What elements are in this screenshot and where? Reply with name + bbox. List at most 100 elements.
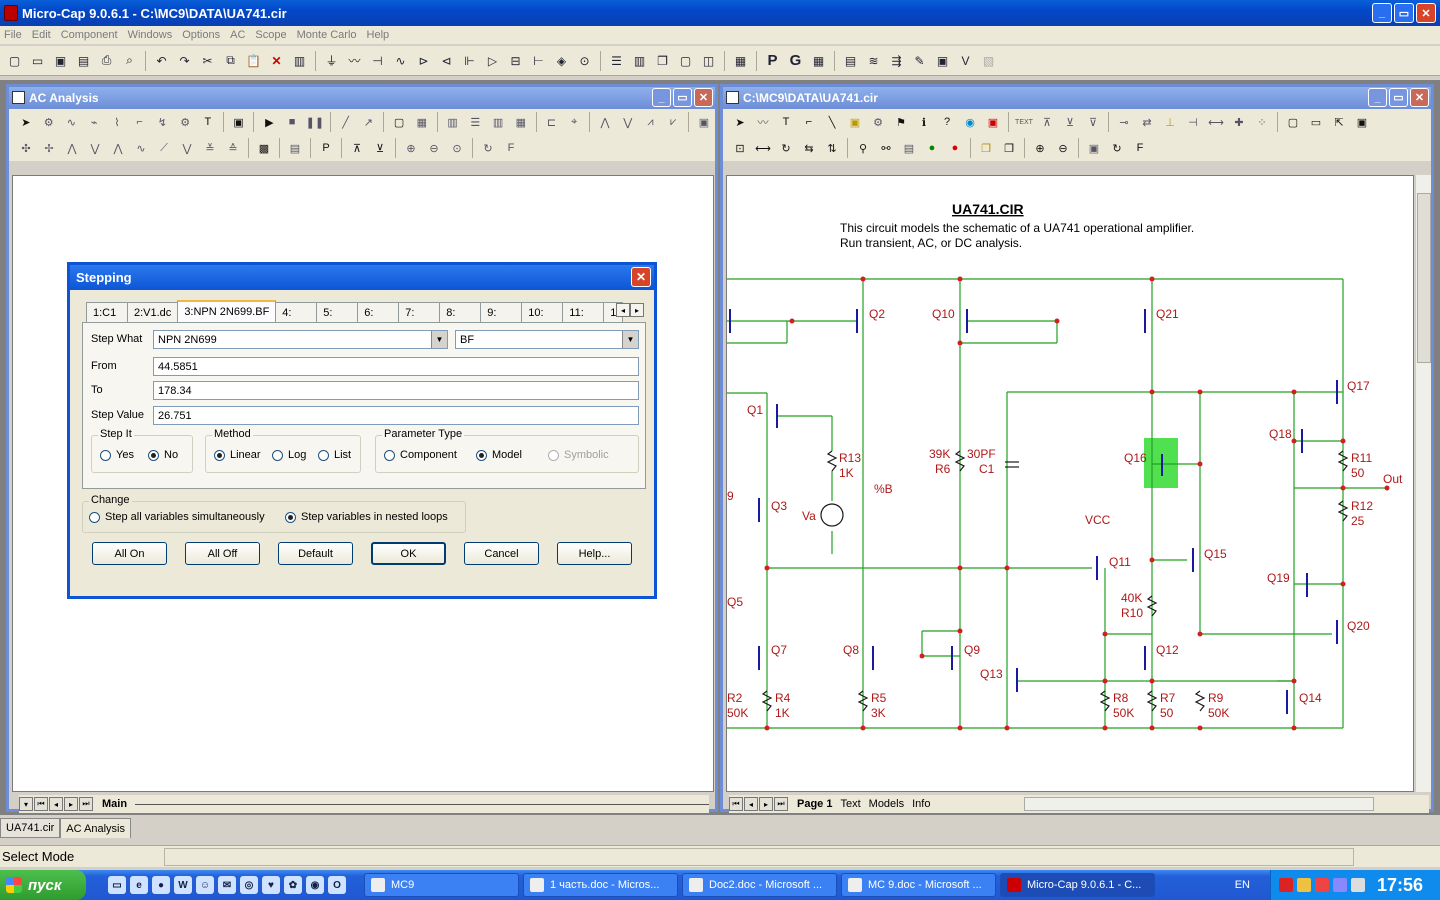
components-icon[interactable]: ▤	[840, 50, 861, 71]
rotate-icon[interactable]: ↻	[775, 137, 797, 159]
task-doc3[interactable]: MC 9.doc - Microsoft ...	[841, 873, 996, 897]
menu-ac[interactable]: AC	[230, 29, 245, 41]
dotgrid-icon[interactable]: ⁘	[1251, 111, 1273, 133]
properties-icon[interactable]: ▣	[1351, 111, 1373, 133]
tab-nav-prev[interactable]: ◂	[49, 797, 63, 811]
node-icon[interactable]: ⊢	[528, 50, 549, 71]
step-it-yes[interactable]: Yes	[100, 449, 134, 461]
step-tab-2[interactable]: 2:V1.dc	[127, 302, 179, 322]
method-linear[interactable]: Linear	[214, 449, 261, 461]
tab-scroll-left[interactable]: ◂	[616, 303, 630, 317]
open-icon[interactable]: ▭	[27, 50, 48, 71]
step-tab-3[interactable]: 3:NPN 2N699.BF	[177, 300, 277, 322]
step-it-no[interactable]: No	[148, 449, 178, 461]
zoom-fit-icon[interactable]: ⊙	[446, 137, 468, 159]
sch-tab-first[interactable]: ⏮	[729, 797, 743, 811]
tab-text[interactable]: Text	[836, 798, 864, 810]
tool-icon[interactable]: ⌇	[106, 111, 128, 133]
peak-icon[interactable]: ⋀	[594, 111, 616, 133]
select-arrow-icon[interactable]: ➤	[729, 111, 751, 133]
zoom-out-icon[interactable]: ⊖	[1052, 137, 1074, 159]
restore-button[interactable]: ▭	[1394, 3, 1414, 23]
sch-maximize-button[interactable]: ▭	[1389, 88, 1408, 107]
tab-scroll-right[interactable]: ▸	[630, 303, 644, 317]
step-tab-5[interactable]: 5:	[316, 302, 359, 322]
step-tab-10[interactable]: 10:	[521, 302, 564, 322]
find-icon[interactable]: ⚲	[852, 137, 874, 159]
table-icon[interactable]: ▦	[510, 111, 532, 133]
pause-icon[interactable]: ❚❚	[304, 111, 326, 133]
probe-icon[interactable]: ⊙	[574, 50, 595, 71]
default-button[interactable]: Default	[278, 542, 353, 565]
tab-page-1[interactable]: Page 1	[793, 798, 836, 810]
menu-windows[interactable]: Windows	[128, 29, 173, 41]
step-tab-7[interactable]: 7:	[398, 302, 441, 322]
diode-icon[interactable]: ⊳	[413, 50, 434, 71]
columns-icon[interactable]: ▥	[487, 111, 509, 133]
start-button[interactable]: пуск	[0, 870, 86, 900]
tab-nav-first[interactable]: ⏮	[34, 797, 48, 811]
bars-icon[interactable]: ▥	[442, 111, 464, 133]
text-icon[interactable]: T	[197, 111, 219, 133]
method-log[interactable]: Log	[272, 449, 306, 461]
diagonal-icon[interactable]: ╲	[821, 111, 843, 133]
print-icon[interactable]: ⎙	[96, 50, 117, 71]
menu-component[interactable]: Component	[61, 29, 118, 41]
menu-file[interactable]: File	[4, 29, 22, 41]
menu-options[interactable]: Options	[182, 29, 220, 41]
pan-icon[interactable]: ✣	[15, 137, 37, 159]
line-icon[interactable]: ╱	[335, 111, 357, 133]
binoculars-icon[interactable]: ⚯	[875, 137, 897, 159]
task-microcap[interactable]: Micro-Cap 9.0.6.1 - C...	[1000, 873, 1155, 897]
schematic-canvas[interactable]: UA741.CIR This circuit models the schema…	[726, 175, 1414, 792]
all-off-button[interactable]: All Off	[185, 542, 260, 565]
ie-icon[interactable]: e	[130, 876, 148, 894]
text-icon[interactable]: T	[775, 111, 797, 133]
language-indicator[interactable]: EN	[1235, 879, 1250, 891]
lines-icon[interactable]: ☰	[464, 111, 486, 133]
pnp-icon[interactable]: ⊩	[459, 50, 480, 71]
axis-icon[interactable]: ⊏	[541, 111, 563, 133]
stop-red-icon[interactable]: ●	[944, 137, 966, 159]
schematic-title-bar[interactable]: C:\MC9\DATA\UA741.cir _ ▭ ✕	[723, 87, 1431, 109]
valley3-icon[interactable]: ⋁	[176, 137, 198, 159]
power-icon[interactable]: ⊸	[1113, 111, 1135, 133]
sch-close-button[interactable]: ✕	[1410, 88, 1429, 107]
stepping-title-bar[interactable]: Stepping ✕	[70, 265, 654, 290]
menu-help[interactable]: Help	[367, 29, 390, 41]
chip-select-icon[interactable]: ▣	[932, 50, 953, 71]
step-tab-9[interactable]: 9:	[480, 302, 523, 322]
copy-icon[interactable]: ⧉	[220, 50, 241, 71]
zoom-in-icon[interactable]: ⊕	[1029, 137, 1051, 159]
ac-analysis-title-bar[interactable]: AC Analysis _ ▭ ✕	[9, 87, 715, 109]
go-icon[interactable]: ●	[921, 137, 943, 159]
pin-names-icon[interactable]: ⊣	[1182, 111, 1204, 133]
battery-icon[interactable]: ⊟	[505, 50, 526, 71]
valley2-icon[interactable]: ⋁	[84, 137, 106, 159]
wire-corner-icon[interactable]: ⌐	[798, 111, 820, 133]
capacitor-icon[interactable]: ⊣	[367, 50, 388, 71]
tool-icon[interactable]: ↯	[152, 111, 174, 133]
step-tab-8[interactable]: 8:	[439, 302, 482, 322]
chart-icon[interactable]: ▣	[982, 111, 1004, 133]
vscroll-thumb[interactable]	[1417, 193, 1431, 363]
minimize-button[interactable]: _	[1372, 3, 1392, 23]
undo-icon[interactable]: ↶	[151, 50, 172, 71]
chevron-down-icon[interactable]: ▼	[622, 331, 638, 348]
pan2-icon[interactable]: ✢	[38, 137, 60, 159]
step-tab-4[interactable]: 4:	[275, 302, 318, 322]
delete-icon[interactable]: ✕	[266, 50, 287, 71]
v-icon[interactable]: V	[955, 50, 976, 71]
cascade-icon[interactable]: ❐	[652, 50, 673, 71]
sch-tab-last[interactable]: ⏭	[774, 797, 788, 811]
change-simultaneous[interactable]: Step all variables simultaneously	[89, 511, 265, 523]
pin-icon[interactable]: ⊥	[1159, 111, 1181, 133]
comment-icon[interactable]: ▤	[898, 137, 920, 159]
close-button[interactable]: ✕	[1416, 3, 1436, 23]
tab-main[interactable]: Main	[98, 798, 131, 810]
rotate-box-icon[interactable]: ⊡	[729, 137, 751, 159]
tray-icon[interactable]	[1333, 878, 1347, 892]
parameter-combo[interactable]: BF ▼	[455, 330, 639, 349]
menu-edit[interactable]: Edit	[32, 29, 51, 41]
wire-icon[interactable]: 〰	[752, 111, 774, 133]
